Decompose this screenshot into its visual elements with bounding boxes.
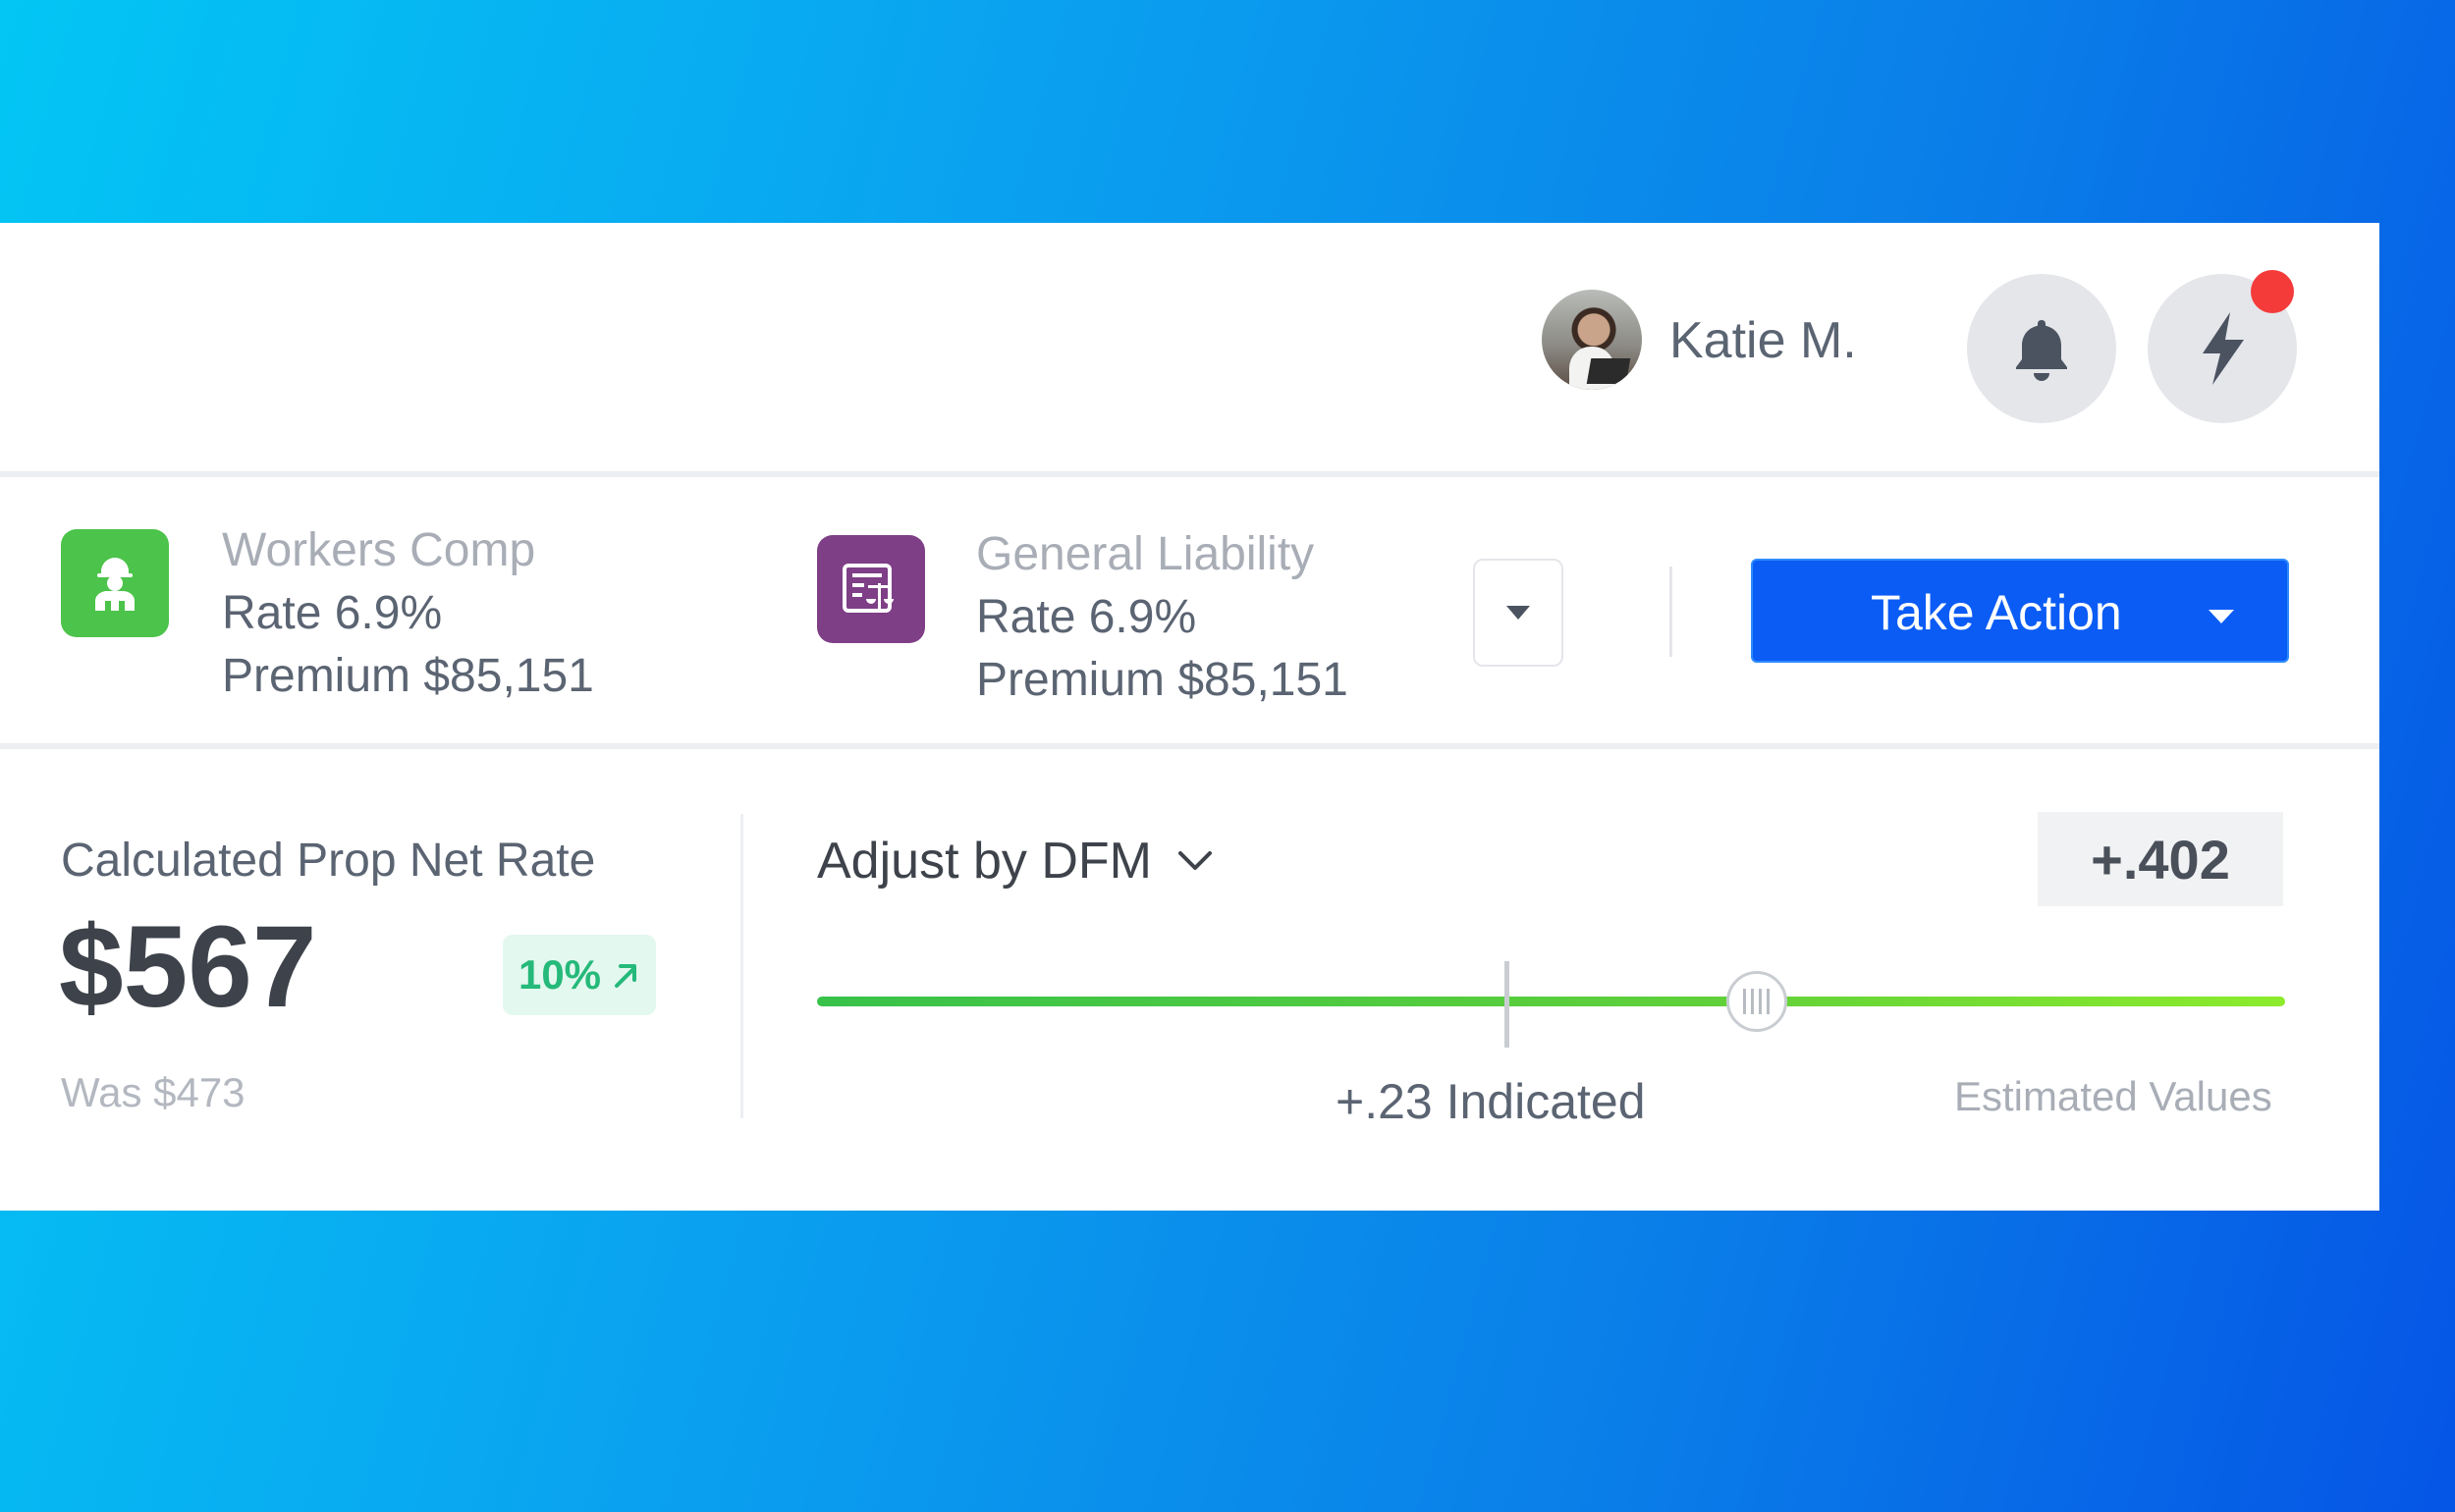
adjust-value[interactable]: +.402 (2038, 812, 2283, 906)
general-liability-icon (817, 535, 925, 643)
adjust-label: Adjust by DFM (817, 833, 1152, 890)
previous-value: Was $473 (61, 1069, 246, 1115)
notification-badge (2251, 270, 2294, 313)
indicated-marker (1504, 961, 1510, 1048)
rate-card: Katie M. Workers Comp Rate 6.9% Premium … (0, 223, 2379, 1211)
product-premium: Premium $85,151 (976, 654, 1348, 706)
lightning-icon (2203, 312, 2244, 385)
caret-down-icon (2209, 610, 2234, 623)
product-rate: Rate 6.9% (976, 591, 1197, 643)
adjust-slider-thumb[interactable] (1725, 971, 1787, 1032)
estimated-values-label: Estimated Values (1954, 1073, 2272, 1119)
grip-line (1751, 989, 1755, 1014)
grip-line (1743, 989, 1747, 1014)
user-name[interactable]: Katie M. (1669, 311, 1857, 370)
avatar-laptop (1586, 358, 1631, 384)
arrow-up-right-icon (615, 964, 637, 988)
products-dropdown-button[interactable] (1473, 559, 1563, 667)
metric-separator (740, 814, 743, 1118)
notifications-button[interactable] (1967, 274, 2116, 423)
worker-icon (95, 558, 135, 611)
indicated-label: +.23 Indicated (1336, 1074, 1646, 1129)
take-action-label: Take Action (1871, 585, 2122, 640)
user-avatar[interactable] (1542, 290, 1642, 390)
change-value: 10% (518, 951, 602, 998)
grip-line (1759, 989, 1763, 1014)
section-divider (0, 743, 2379, 749)
product-rate: Rate 6.9% (222, 587, 443, 639)
metric-value: $567 (59, 902, 317, 1032)
product-name: Workers Comp (222, 524, 536, 576)
change-badge: 10% (503, 935, 656, 1015)
header-divider (0, 471, 2379, 477)
bell-icon (2016, 320, 2067, 381)
product-name: General Liability (976, 528, 1315, 580)
metric-title: Calculated Prop Net Rate (61, 835, 596, 887)
liability-document-icon (843, 564, 894, 613)
toolbar-separator (1669, 567, 1672, 657)
caret-down-icon (1506, 606, 1530, 620)
chevron-down-icon (1177, 851, 1212, 870)
product-premium: Premium $85,151 (222, 650, 594, 702)
take-action-button[interactable]: Take Action (1751, 559, 2289, 663)
adjust-slider-track[interactable] (817, 997, 2285, 1006)
adjust-dropdown[interactable]: Adjust by DFM (817, 832, 1213, 891)
grip-line (1767, 989, 1771, 1014)
workers-comp-icon (61, 529, 169, 637)
